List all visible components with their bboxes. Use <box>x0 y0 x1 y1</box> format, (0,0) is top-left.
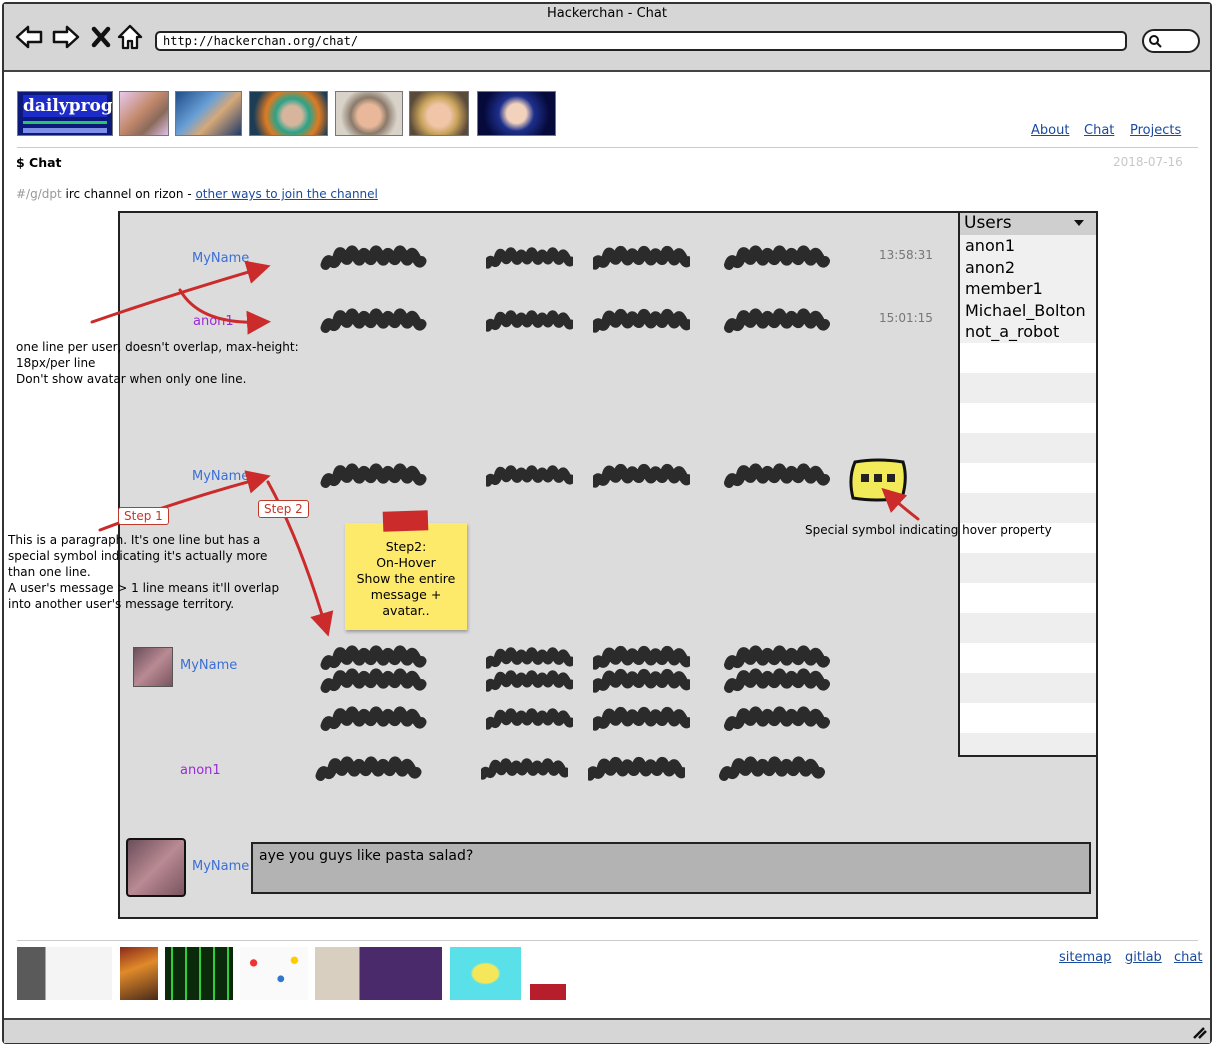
footer-image-2 <box>120 947 158 1000</box>
footer-image-7 <box>530 947 566 1000</box>
footer-image-3 <box>165 947 233 1000</box>
footer-divider <box>17 940 1198 941</box>
step-1-label: Step 1 <box>118 507 169 525</box>
step-2-label: Step 2 <box>258 500 309 518</box>
sticky-note: Step2: On-Hover Show the entire message … <box>345 523 467 630</box>
footer-image-6 <box>450 947 521 1000</box>
footer-link-gitlab[interactable]: gitlab <box>1125 950 1162 965</box>
footer-image-4 <box>240 947 308 1000</box>
resize-grip-icon[interactable] <box>1190 1024 1208 1040</box>
footer-image-1 <box>17 947 112 1000</box>
footer-link-sitemap[interactable]: sitemap <box>1059 950 1111 965</box>
annotation-arrows <box>90 260 920 637</box>
footer-link-chat[interactable]: chat <box>1174 950 1202 965</box>
browser-statusbar <box>4 1018 1210 1043</box>
footer-image-5 <box>315 947 442 1000</box>
sticky-tape <box>382 510 429 532</box>
